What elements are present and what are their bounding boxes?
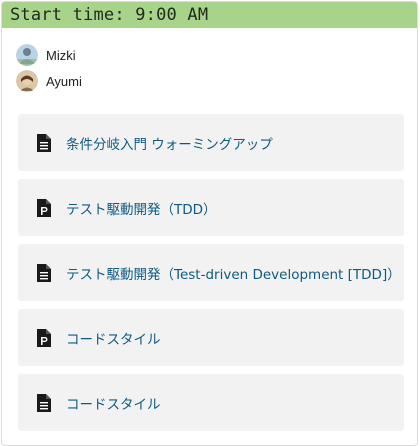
material-item[interactable]: テスト駆動開発（Test-driven Development [TDD]） xyxy=(18,244,404,301)
participant: Mizki xyxy=(16,42,417,68)
start-time-header: Start time: 9:00 AM xyxy=(2,2,417,28)
presentation-icon xyxy=(37,328,51,347)
schedule-card: Start time: 9:00 AM Mizki Ayumi 条件分岐入門 ウ… xyxy=(1,1,418,446)
start-time-label: Start time: 9:00 AM xyxy=(10,5,209,25)
participant-list: Mizki Ayumi xyxy=(2,28,417,94)
material-item-label: コードスタイル xyxy=(66,396,161,413)
material-item[interactable]: 条件分岐入門 ウォーミングアップ xyxy=(18,114,404,171)
material-item[interactable]: コードスタイル xyxy=(18,374,404,431)
document-icon xyxy=(37,263,51,282)
material-list: 条件分岐入門 ウォーミングアップ テスト駆動開発（TDD） テスト駆動開発（Te… xyxy=(18,114,404,439)
avatar xyxy=(16,70,38,92)
material-item[interactable]: コードスタイル xyxy=(18,309,404,366)
participant: Ayumi xyxy=(16,68,417,94)
material-item[interactable]: テスト駆動開発（TDD） xyxy=(18,179,404,236)
avatar xyxy=(16,44,38,66)
participant-name: Ayumi xyxy=(46,73,82,89)
material-item-label: テスト駆動開発（TDD） xyxy=(66,201,217,218)
participant-name: Mizki xyxy=(46,47,76,63)
presentation-icon xyxy=(37,198,51,217)
material-item-label: テスト駆動開発（Test-driven Development [TDD]） xyxy=(66,266,401,283)
material-item-label: 条件分岐入門 ウォーミングアップ xyxy=(66,136,273,153)
document-icon xyxy=(37,133,51,152)
document-icon xyxy=(37,393,51,412)
material-item-label: コードスタイル xyxy=(66,331,161,348)
